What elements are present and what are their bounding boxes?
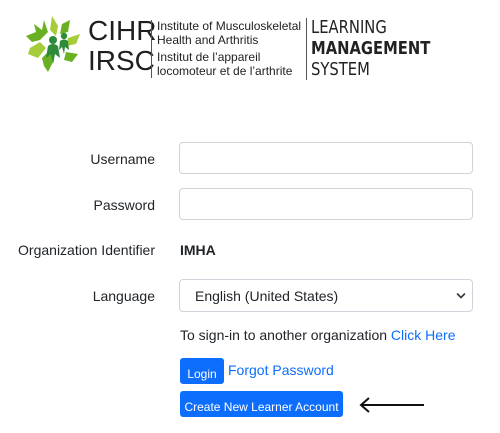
- lms-title: LEARNING MANAGEMENT SYSTEM: [311, 17, 430, 80]
- language-selected-value: English (United States): [195, 288, 339, 304]
- lms-line1: LEARNING: [311, 17, 387, 38]
- arrow-left-icon: [359, 397, 424, 413]
- institute-en-line2: Health and Arthritis: [157, 33, 259, 47]
- forgot-password-link[interactable]: Forgot Password: [228, 362, 334, 379]
- create-learner-account-button[interactable]: Create New Learner Account: [180, 391, 343, 417]
- site-header: CIHR IRSC Institute of Musculoskeletal H…: [0, 0, 500, 100]
- language-label: Language: [92, 288, 155, 304]
- organization-identifier-value: IMHA: [180, 242, 216, 258]
- click-here-link[interactable]: Click Here: [391, 327, 456, 343]
- institute-en-line1: Institute of Musculoskeletal: [157, 19, 302, 33]
- organization-identifier-label: Organization Identifier: [18, 242, 155, 258]
- language-select[interactable]: English (United States): [179, 279, 473, 312]
- acronym-fr: IRSC: [88, 45, 155, 76]
- lms-line3: SYSTEM: [311, 59, 370, 80]
- institute-fr-line1: Institut de l’appareil: [157, 50, 261, 64]
- maple-leaf-people-icon: [26, 16, 80, 72]
- signin-other-org-text: To sign-in to another organization: [180, 327, 388, 343]
- institute-names: Institute of Musculoskeletal Health and …: [157, 19, 301, 78]
- password-input[interactable]: [179, 188, 473, 220]
- logo-divider: [151, 20, 152, 78]
- institute-fr-line2: locomoteur et de l’arthrite: [157, 64, 293, 78]
- signin-other-org: To sign-in to another organization Click…: [180, 327, 456, 344]
- lms-divider: [306, 18, 307, 80]
- chevron-down-icon: [456, 293, 466, 299]
- acronym-en: CIHR: [88, 15, 157, 46]
- login-button[interactable]: Login: [180, 358, 224, 384]
- password-label: Password: [93, 197, 155, 213]
- username-input[interactable]: [179, 142, 473, 174]
- lms-line2: MANAGEMENT: [311, 38, 431, 59]
- cihr-acronyms: CIHR IRSC: [88, 16, 156, 76]
- username-label: Username: [90, 151, 155, 167]
